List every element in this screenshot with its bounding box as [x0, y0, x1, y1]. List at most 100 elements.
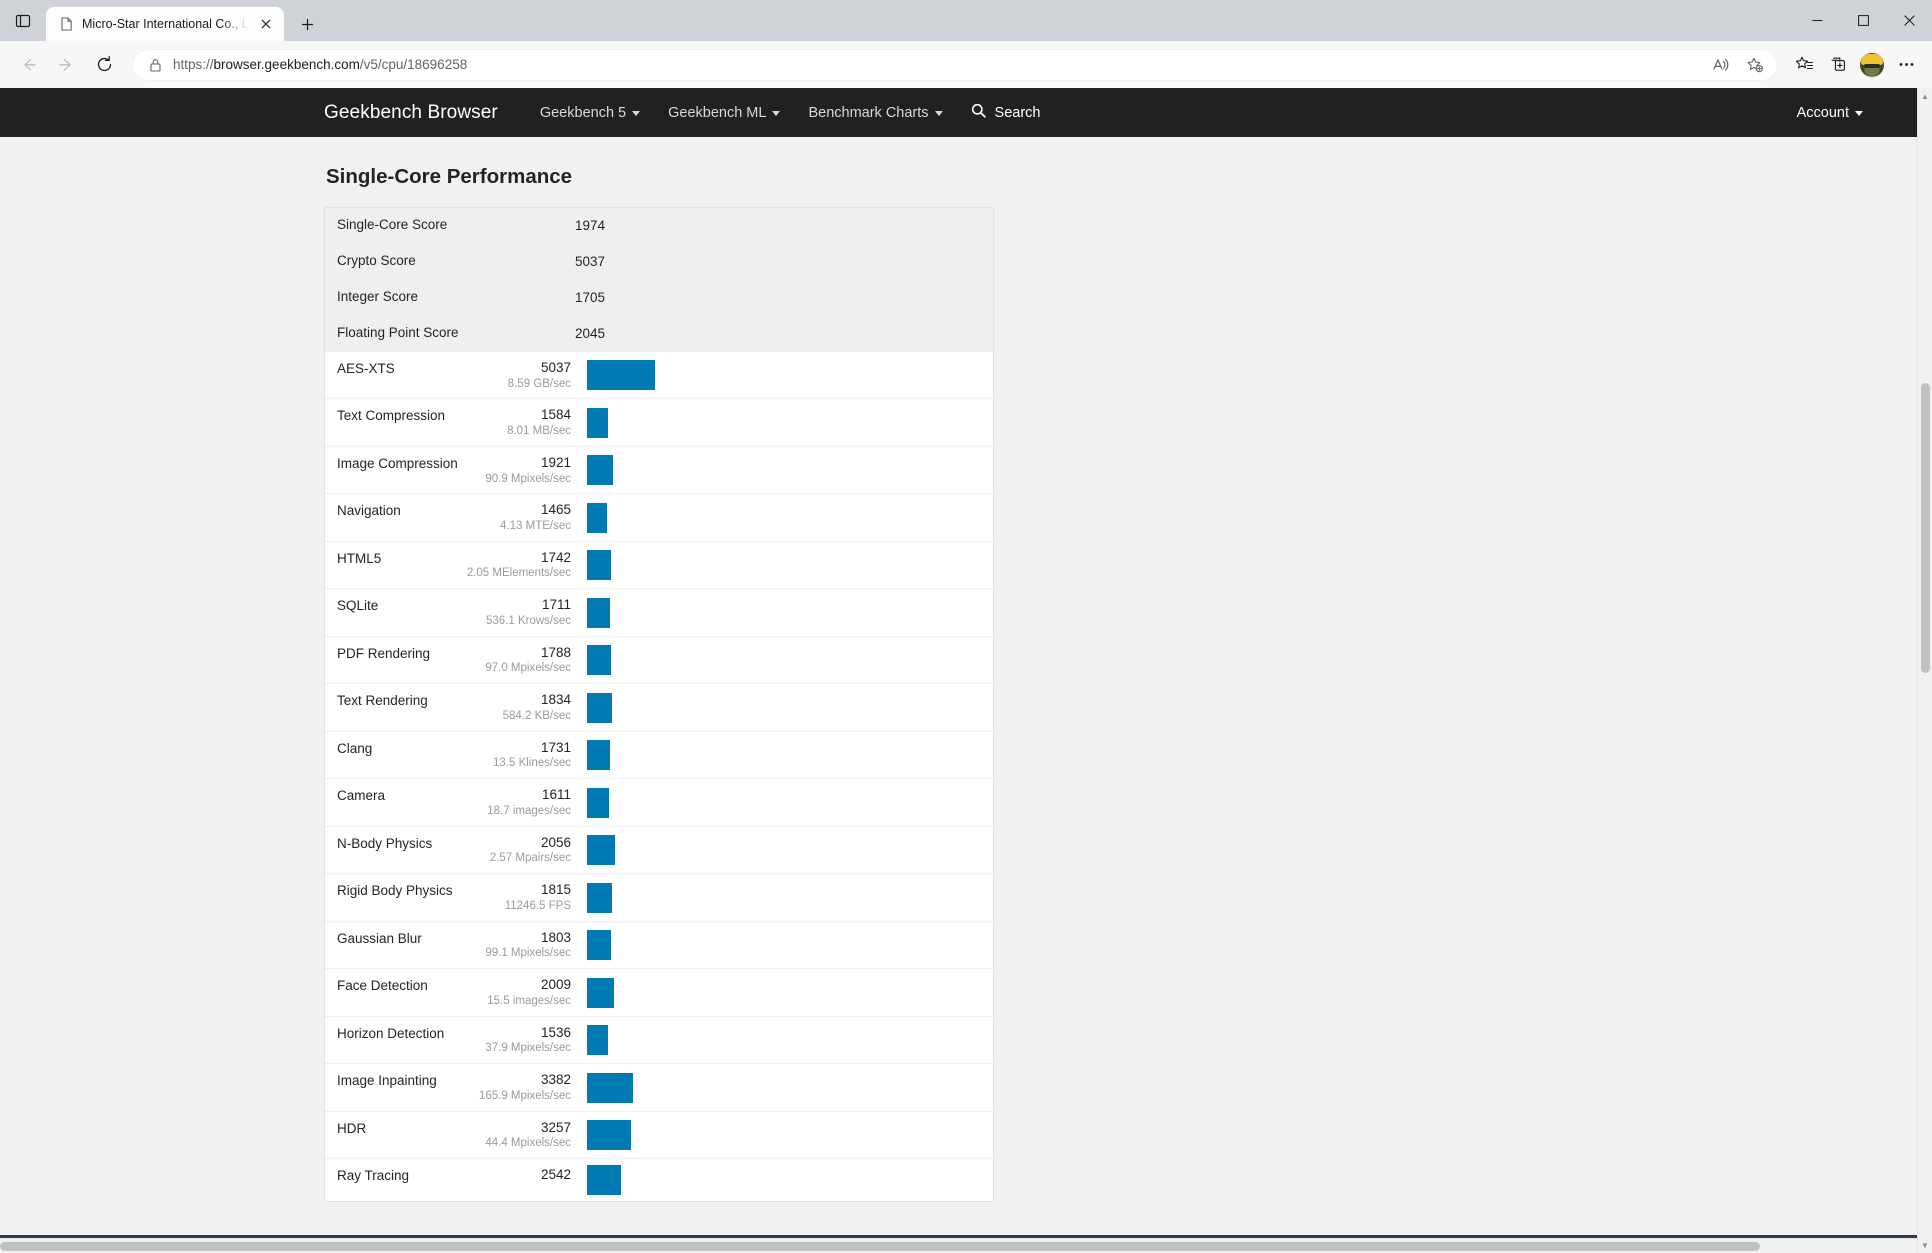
benchmark-score: 2542: [540, 1167, 571, 1183]
add-favorite-icon[interactable]: [1739, 49, 1771, 81]
nav-geekbench-5[interactable]: Geekbench 5: [526, 88, 654, 137]
benchmark-rate: 2.57 Mpairs/sec: [489, 852, 571, 865]
nav-account[interactable]: Account: [1783, 88, 1877, 137]
benchmark-rate: 44.4 Mpixels/sec: [485, 1137, 571, 1150]
tab-overview-icon[interactable]: [0, 0, 46, 41]
nav-search[interactable]: Search: [957, 88, 1055, 137]
benchmark-score: 1742: [540, 549, 571, 565]
horizontal-scrollbar[interactable]: [0, 1238, 1917, 1253]
benchmark-name: Camera: [337, 788, 386, 804]
minimize-icon[interactable]: [1794, 0, 1840, 41]
read-aloud-icon[interactable]: [1705, 49, 1737, 81]
benchmark-row: Image Inpainting 3382 165.9 Mpixels/sec: [325, 1064, 993, 1112]
benchmark-rate: 18.7 images/sec: [487, 804, 571, 817]
benchmark-bar: [587, 407, 609, 438]
benchmark-rate: 97.0 Mpixels/sec: [485, 662, 571, 675]
benchmark-row: Clang 1731 13.5 Klines/sec: [325, 732, 993, 780]
site-navbar: Geekbench Browser Geekbench 5 Geekbench …: [0, 88, 1917, 137]
benchmark-rate: 2.05 MElements/sec: [466, 567, 571, 580]
lock-icon[interactable]: [147, 58, 163, 72]
reload-icon[interactable]: [86, 47, 122, 83]
close-icon[interactable]: [256, 13, 276, 35]
window-close-icon[interactable]: [1886, 0, 1932, 41]
benchmark-name: Face Detection: [337, 978, 428, 994]
nav-benchmark-charts[interactable]: Benchmark Charts: [794, 88, 956, 137]
browser-toolbar: https://browser.geekbench.com/v5/cpu/186…: [0, 41, 1932, 88]
scroll-up-icon[interactable]: ▲: [1918, 88, 1932, 104]
benchmark-bar-track: [575, 637, 993, 683]
address-bar[interactable]: https://browser.geekbench.com/v5/cpu/186…: [132, 48, 1778, 81]
benchmark-bar: [587, 1119, 631, 1150]
benchmark-rate: 13.5 Klines/sec: [493, 757, 571, 770]
vertical-scrollbar[interactable]: ▲ ▼: [1917, 88, 1932, 1253]
new-tab-button[interactable]: [290, 7, 324, 41]
summary-row-label: Single-Core Score: [337, 217, 448, 233]
summary-row-value: 1974: [575, 218, 606, 233]
benchmark-score: 2056: [540, 834, 571, 850]
summary-row-label: Floating Point Score: [337, 325, 459, 341]
horizontal-scroll-thumb[interactable]: [0, 1242, 1760, 1251]
summary-row-value: 5037: [575, 254, 606, 269]
summary-row-label: Integer Score: [337, 289, 419, 305]
nav-geekbench-ml[interactable]: Geekbench ML: [654, 88, 794, 137]
benchmark-row: Face Detection 2009 15.5 images/sec: [325, 969, 993, 1017]
benchmark-name: Text Rendering: [337, 693, 428, 709]
benchmark-bar-track: [575, 352, 993, 398]
benchmark-score: 1584: [540, 407, 571, 423]
maximize-icon[interactable]: [1840, 0, 1886, 41]
more-options-icon[interactable]: [1890, 49, 1922, 81]
summary-row: Single-Core Score 1974: [325, 208, 993, 244]
window-controls: [1794, 0, 1932, 41]
benchmark-row: Image Compression 1921 90.9 Mpixels/sec: [325, 447, 993, 495]
profile-avatar[interactable]: [1860, 52, 1884, 77]
benchmark-bar-track: [575, 494, 993, 540]
forward-arrow-icon[interactable]: [48, 47, 84, 83]
benchmark-score: 3257: [540, 1119, 571, 1135]
benchmark-name: Horizon Detection: [337, 1025, 445, 1041]
favorites-list-icon[interactable]: [1788, 49, 1820, 81]
benchmark-bar: [587, 740, 611, 771]
benchmark-score: 1465: [540, 502, 571, 518]
benchmark-bar-track: [575, 779, 993, 825]
collections-icon[interactable]: [1822, 49, 1854, 81]
benchmark-name: Rigid Body Physics: [337, 883, 453, 899]
summary-row: Integer Score 1705: [325, 280, 993, 316]
benchmark-bar-track: [575, 1112, 993, 1158]
scroll-down-icon[interactable]: ▼: [1918, 1237, 1932, 1253]
benchmark-score: 1834: [540, 692, 571, 708]
benchmark-bar: [587, 1072, 633, 1103]
benchmark-bar-track: [575, 684, 993, 730]
benchmark-rate: 165.9 Mpixels/sec: [478, 1089, 571, 1102]
benchmark-bar-track: [575, 969, 993, 1015]
page-viewport: Geekbench Browser Geekbench 5 Geekbench …: [0, 88, 1932, 1253]
vertical-scroll-thumb[interactable]: [1921, 383, 1930, 673]
benchmark-bar-track: [575, 399, 993, 445]
nav-account-label: Account: [1796, 104, 1849, 121]
benchmark-score: 1815: [540, 882, 571, 898]
benchmark-rate: 8.59 GB/sec: [507, 377, 571, 390]
benchmark-name: HDR: [337, 1120, 367, 1136]
nav-geekbench-5-label: Geekbench 5: [539, 104, 627, 121]
benchmark-row: Rigid Body Physics 1815 11246.5 FPS: [325, 874, 993, 922]
benchmark-score: 2009: [540, 977, 571, 993]
benchmark-row: HDR 3257 44.4 Mpixels/sec: [325, 1112, 993, 1160]
benchmark-rate: 584.2 KB/sec: [502, 709, 571, 722]
url-text[interactable]: https://browser.geekbench.com/v5/cpu/186…: [173, 57, 1695, 72]
benchmark-bar: [587, 550, 611, 581]
site-brand[interactable]: Geekbench Browser: [324, 102, 498, 124]
benchmark-rate: 4.13 MTE/sec: [500, 520, 571, 532]
benchmark-rate: 99.1 Mpixels/sec: [485, 947, 571, 960]
benchmark-row: SQLite 1711 536.1 Krows/sec: [325, 589, 993, 637]
url-domain: browser.geekbench.com: [213, 57, 360, 72]
page-title: Single-Core Performance: [326, 165, 573, 188]
nav-search-label: Search: [994, 104, 1041, 121]
benchmark-row: Navigation 1465 4.13 MTE/sec: [325, 494, 993, 542]
browser-tab[interactable]: Micro-Star International Co., Ltd.: [46, 7, 284, 41]
benchmark-score: 1611: [541, 787, 571, 803]
benchmark-bar: [587, 835, 615, 866]
benchmark-bar: [587, 1025, 608, 1056]
tab-strip: Micro-Star International Co., Ltd.: [0, 0, 1932, 41]
back-arrow-icon[interactable]: [10, 47, 46, 83]
benchmark-bar-track: [575, 732, 993, 778]
benchmark-name: HTML5: [337, 550, 382, 566]
